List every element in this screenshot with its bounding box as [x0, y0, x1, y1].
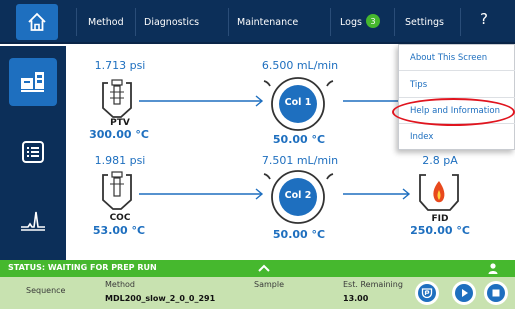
ptv-label: PTV	[110, 118, 130, 128]
coc-label: COC	[109, 213, 131, 223]
help-button[interactable]: ?	[480, 10, 488, 28]
flow-arrow	[343, 188, 411, 200]
tab-maintenance[interactable]: Maintenance	[237, 0, 298, 44]
chevron-up-icon[interactable]	[258, 264, 270, 273]
column-1-flow[interactable]: 6.500 mL/min	[250, 59, 350, 72]
status-text: STATUS: WAITING FOR PREP RUN	[8, 263, 157, 272]
sample-label: Sample	[254, 280, 284, 289]
flow-arrow	[139, 95, 264, 107]
column-1-temperature[interactable]: 50.00 °C	[259, 133, 339, 146]
sidebar-item-chromatogram[interactable]	[9, 196, 57, 244]
highlight-ellipse	[392, 98, 515, 126]
ptv-pressure: 1.713 psi	[94, 59, 146, 72]
status-bar: STATUS: WAITING FOR PREP RUN	[0, 260, 515, 277]
prep-run-icon	[418, 284, 436, 302]
column-2-flow[interactable]: 7.501 mL/min	[250, 154, 350, 167]
home-icon	[28, 12, 46, 31]
coc-temperature[interactable]: 53.00 °C	[79, 224, 159, 237]
menu-item-index[interactable]: Index	[399, 124, 515, 150]
home-button[interactable]	[16, 4, 58, 40]
flow-arrow	[139, 188, 264, 200]
sidebar-item-flow-diagram[interactable]	[9, 58, 57, 106]
play-icon	[455, 284, 473, 302]
method-value: MDL200_slow_2_0_0_291	[105, 294, 216, 303]
tab-diagnostics[interactable]: Diagnostics	[144, 0, 199, 44]
logs-count-badge: 3	[366, 14, 380, 28]
fid-label: FID	[431, 214, 449, 224]
ptv-inlet-icon	[102, 79, 132, 118]
remaining-value: 13.00	[343, 294, 369, 303]
sequence-label: Sequence	[26, 286, 66, 295]
remaining-label: Est. Remaining	[343, 280, 403, 289]
menu-item-about-this-screen[interactable]: About This Screen	[399, 45, 515, 71]
settings-help-menu: About This Screen Tips Help and Informat…	[398, 44, 515, 150]
coc-pressure: 1.981 psi	[94, 154, 146, 167]
menu-item-tips[interactable]: Tips	[399, 72, 515, 98]
column-1-label[interactable]: Col 1	[278, 97, 318, 108]
user-icon[interactable]	[488, 263, 498, 274]
run-info-bar: Sequence Method MDL200_slow_2_0_0_291 Sa…	[0, 277, 515, 309]
method-label: Method	[105, 280, 136, 289]
top-navigation-bar: Method Diagnostics Maintenance Logs 3 Se…	[0, 0, 515, 44]
instrument-config-icon	[21, 72, 44, 92]
list-icon	[22, 141, 44, 163]
sidebar-item-list[interactable]	[9, 128, 57, 176]
column-2-temperature[interactable]: 50.00 °C	[259, 228, 339, 241]
stop-icon	[487, 284, 505, 302]
fid-signal: 2.8 pA	[422, 154, 458, 167]
ptv-temperature[interactable]: 300.00 °C	[79, 128, 159, 141]
tab-settings[interactable]: Settings	[405, 0, 444, 44]
column-2-label[interactable]: Col 2	[278, 190, 318, 201]
chromatogram-icon	[21, 211, 45, 231]
fid-temperature[interactable]: 250.00 °C	[400, 224, 480, 237]
tab-method[interactable]: Method	[88, 0, 124, 44]
coc-inlet-icon	[102, 171, 132, 210]
stop-run-button[interactable]	[484, 281, 508, 305]
start-run-button[interactable]	[452, 281, 476, 305]
left-sidebar	[0, 46, 66, 260]
tab-logs[interactable]: Logs	[340, 0, 362, 44]
prep-run-button[interactable]	[415, 281, 439, 305]
fid-detector-icon	[419, 174, 459, 211]
